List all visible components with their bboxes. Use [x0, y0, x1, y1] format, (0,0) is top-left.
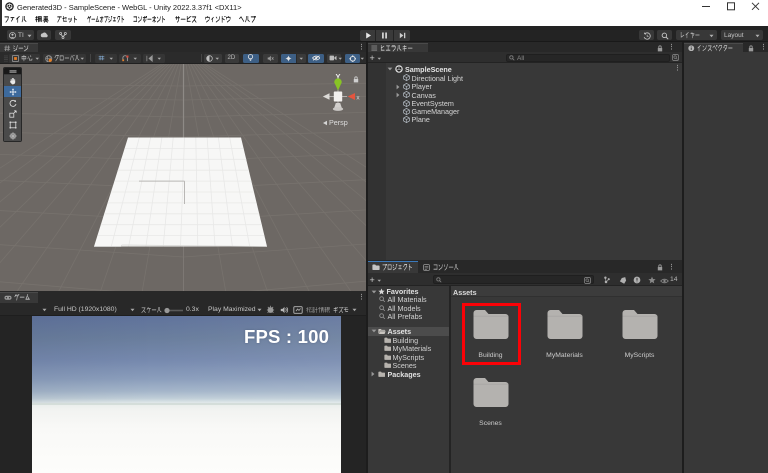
svg-text:x: x	[356, 95, 360, 102]
